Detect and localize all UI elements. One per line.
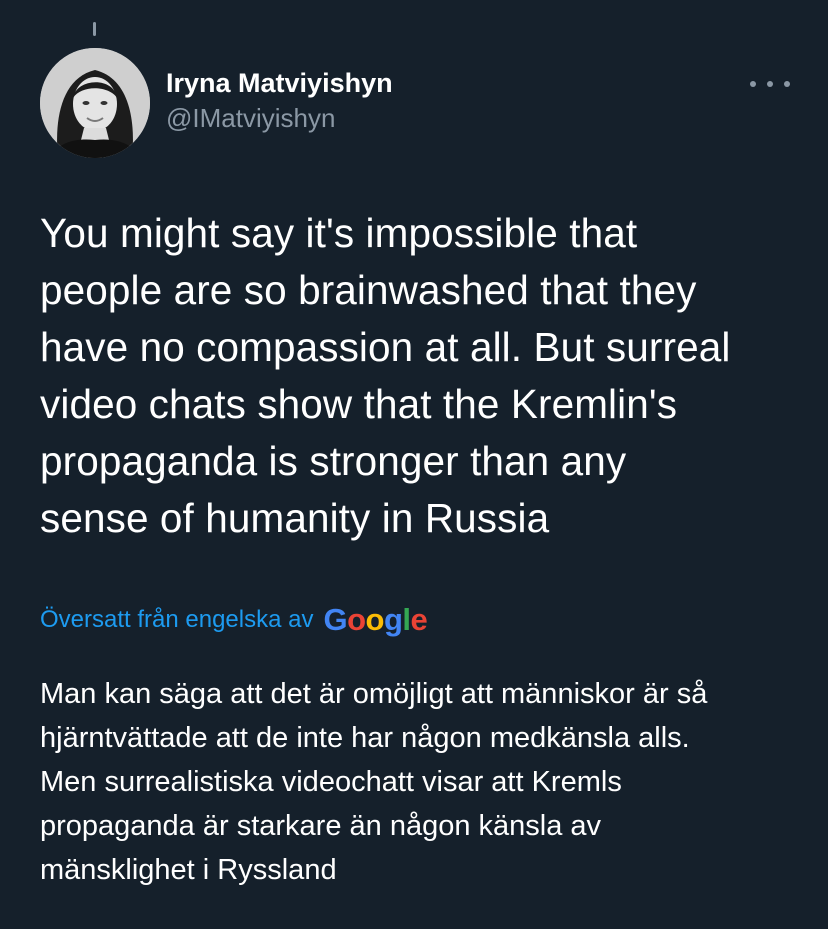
translation-attribution: Översatt från engelska av Google [40, 600, 428, 640]
author-handle[interactable]: @IMatviyishyn [166, 100, 393, 136]
more-horizontal-icon [784, 81, 790, 87]
translated-from-label[interactable]: Översatt från engelska av [40, 606, 313, 634]
thread-connector-line [93, 22, 96, 36]
translated-tweet-text: Man kan säga att det är omöjligt att män… [40, 678, 708, 886]
google-logo-letter: e [410, 602, 428, 637]
tweet-header: Iryna Matviyishyn @IMatviyishyn [40, 48, 790, 158]
google-logo-letter: o [365, 602, 385, 637]
google-logo: Google [323, 602, 427, 638]
google-logo-letter: l [402, 602, 411, 637]
avatar[interactable] [40, 48, 150, 158]
avatar-photo [40, 48, 150, 158]
more-horizontal-icon [767, 81, 773, 87]
more-options-button[interactable] [750, 74, 790, 94]
tweet-text: You might say it's impossible that peopl… [40, 210, 731, 541]
google-logo-letter: G [323, 602, 348, 637]
more-horizontal-icon [750, 81, 756, 87]
google-logo-letter: g [383, 602, 403, 637]
author-display-name[interactable]: Iryna Matviyishyn [166, 66, 393, 100]
google-logo-letter: o [347, 602, 366, 637]
author-names: Iryna Matviyishyn @IMatviyishyn [166, 66, 393, 136]
